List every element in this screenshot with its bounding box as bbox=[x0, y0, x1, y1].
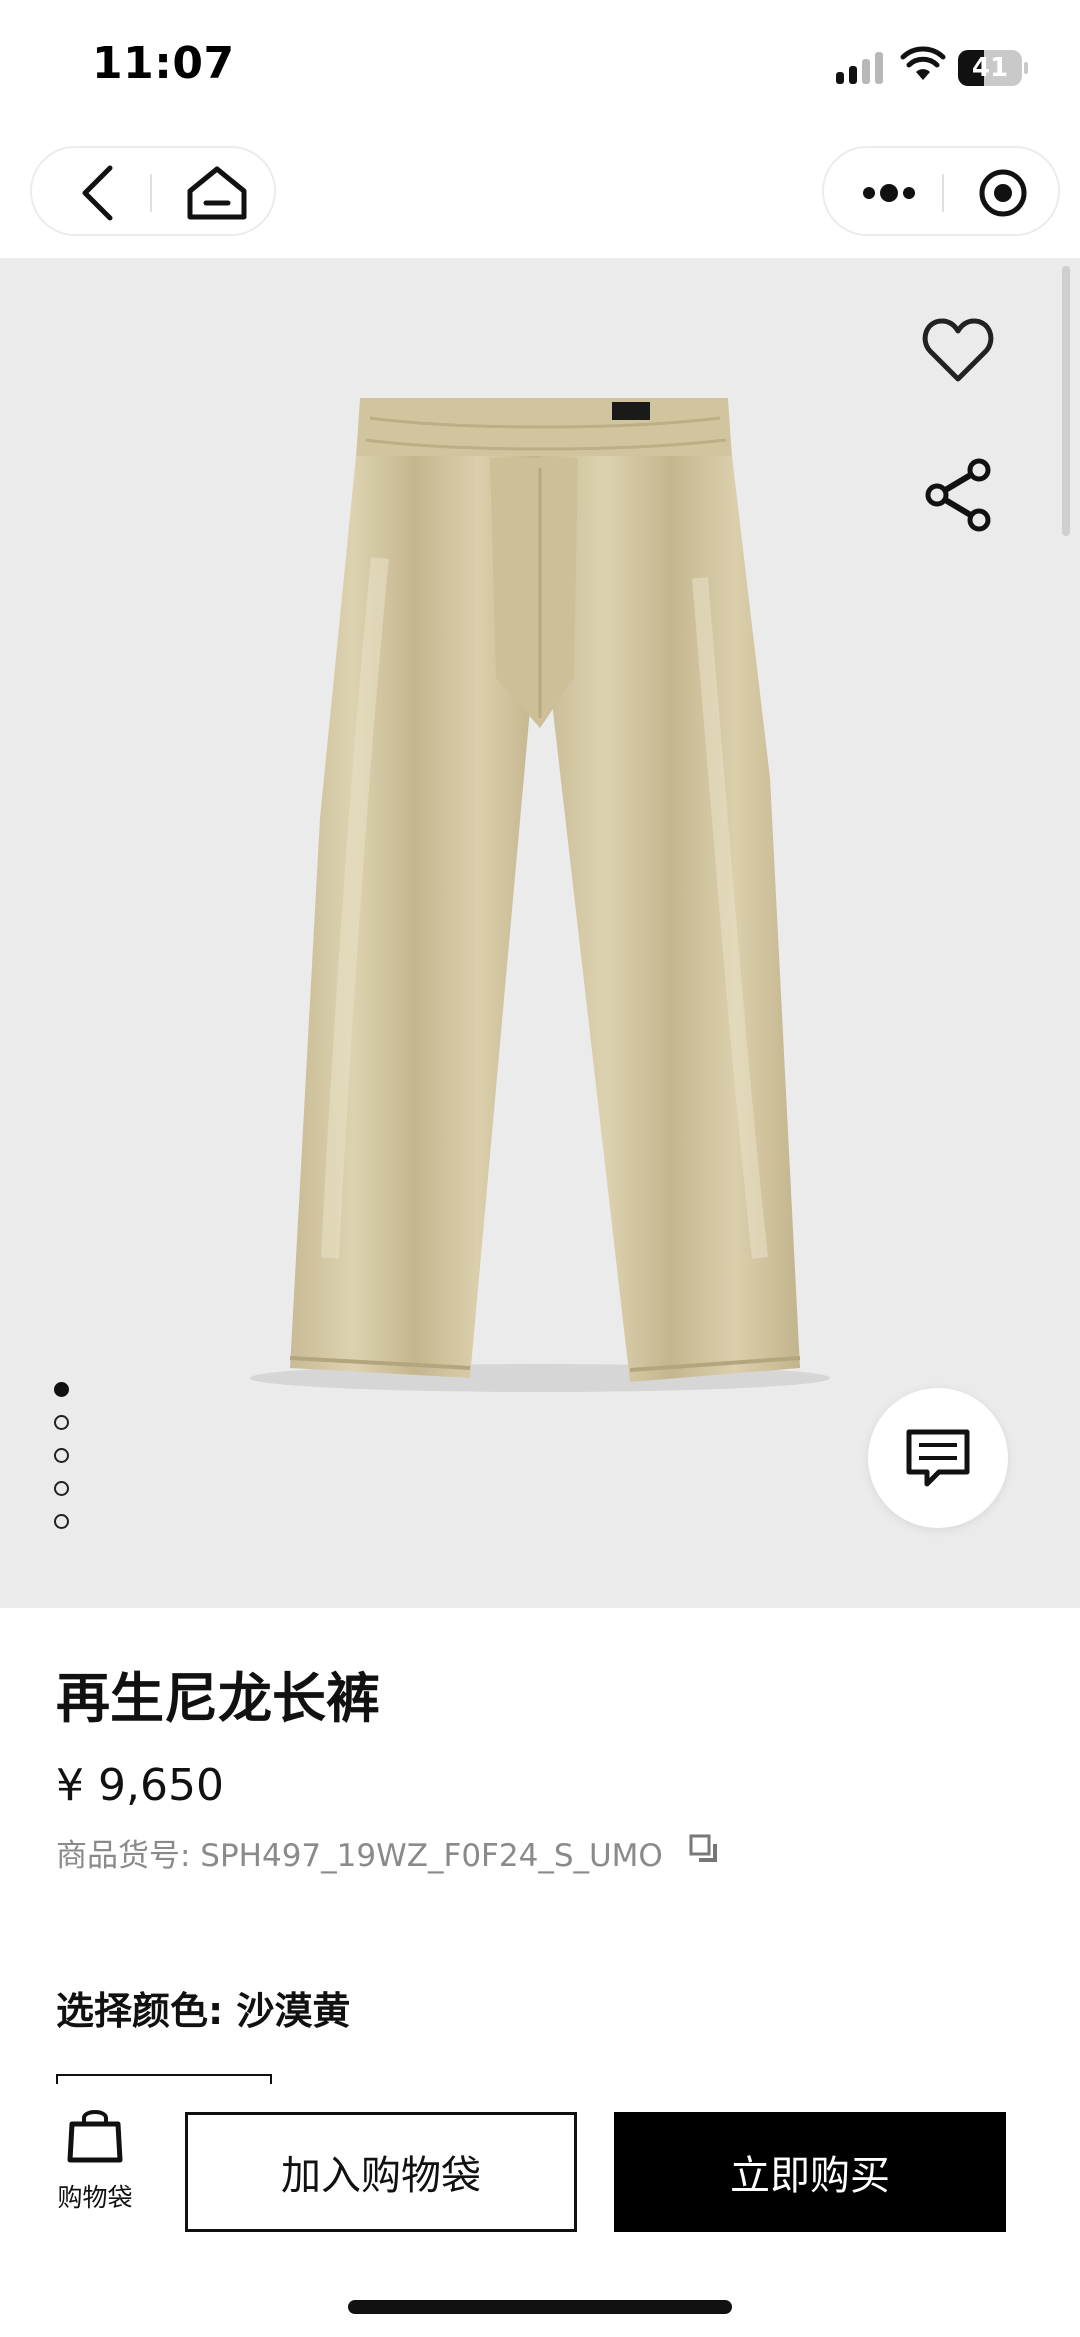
copy-icon bbox=[689, 1834, 717, 1862]
back-button[interactable] bbox=[62, 158, 132, 228]
buy-now-button[interactable]: 立即购买 bbox=[614, 2112, 1006, 2232]
close-miniapp-button[interactable] bbox=[958, 158, 1048, 228]
heart-icon bbox=[922, 318, 994, 382]
more-button[interactable] bbox=[844, 158, 934, 228]
carousel-dot[interactable] bbox=[54, 1382, 69, 1397]
add-to-bag-button[interactable]: 加入购物袋 bbox=[185, 2112, 577, 2232]
shopping-bag-label: 购物袋 bbox=[57, 2183, 133, 2212]
bottom-action-bar: 购物袋 加入购物袋 立即购买 bbox=[0, 2084, 1080, 2337]
product-page: 11:07 41 再生尼龙长裤 ¥ 9,650 商品货号: SPH497_19W… bbox=[0, 0, 1080, 2337]
wifi-icon bbox=[900, 46, 946, 80]
carousel-indicator bbox=[54, 1382, 70, 1547]
share-button[interactable] bbox=[916, 453, 1000, 537]
product-image-carousel[interactable] bbox=[0, 258, 1080, 1608]
color-swatch[interactable] bbox=[56, 2074, 272, 2084]
sku-text: 商品货号: SPH497_19WZ_F0F24_S_UMO bbox=[56, 1838, 663, 1874]
home-indicator[interactable] bbox=[348, 2300, 732, 2314]
shopping-bag-button[interactable]: 购物袋 bbox=[40, 2106, 150, 2236]
bag-icon bbox=[67, 2110, 123, 2163]
scrollbar[interactable] bbox=[1062, 266, 1070, 536]
copy-button[interactable] bbox=[689, 1834, 719, 1872]
carousel-dot[interactable] bbox=[54, 1415, 69, 1430]
nav-capsule-left bbox=[30, 146, 276, 236]
back-icon bbox=[82, 165, 113, 221]
color-selector-label: 选择颜色: 沙漠黄 bbox=[56, 1989, 351, 2033]
battery-level: 41 bbox=[971, 53, 1009, 83]
product-price: ¥ 9,650 bbox=[56, 1760, 224, 1811]
status-bar: 11:07 41 bbox=[0, 0, 1080, 135]
sku-row: 商品货号: SPH497_19WZ_F0F24_S_UMO bbox=[56, 1830, 719, 1875]
home-button[interactable] bbox=[172, 158, 262, 228]
carousel-dot[interactable] bbox=[54, 1514, 69, 1529]
battery-icon: 41 bbox=[958, 50, 1028, 86]
carousel-dot[interactable] bbox=[54, 1448, 69, 1463]
nav-capsule-right bbox=[822, 146, 1060, 236]
customer-service-button[interactable] bbox=[868, 1388, 1008, 1528]
target-icon bbox=[979, 169, 1027, 217]
cellular-signal-icon bbox=[836, 52, 883, 84]
home-icon bbox=[187, 166, 247, 220]
favorite-button[interactable] bbox=[916, 308, 1000, 392]
share-icon bbox=[925, 458, 991, 532]
status-time: 11:07 bbox=[92, 38, 235, 89]
more-icon bbox=[863, 184, 915, 202]
chat-icon bbox=[906, 1429, 970, 1487]
carousel-dot[interactable] bbox=[54, 1481, 69, 1496]
product-title: 再生尼龙长裤 bbox=[56, 1667, 380, 1730]
